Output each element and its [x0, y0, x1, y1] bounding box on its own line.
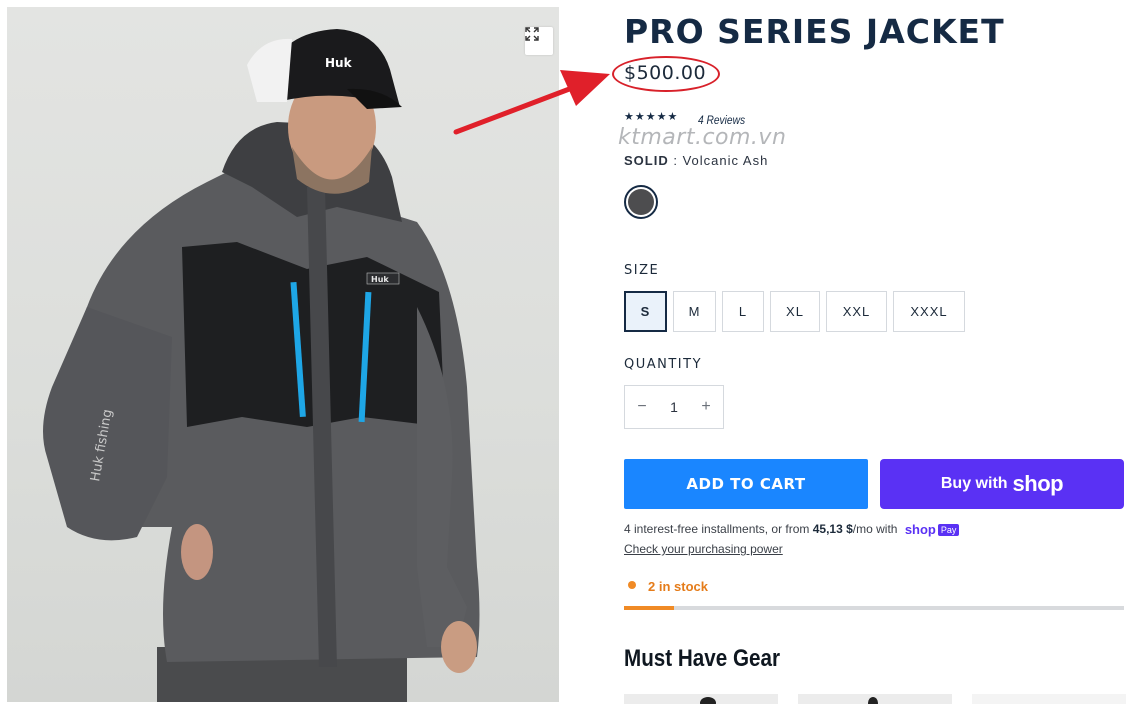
shop-pay-badge: Pay [937, 523, 960, 536]
star-icon: ★ [667, 111, 678, 123]
variant-line: SOLID : Volcanic Ash [624, 153, 768, 168]
installments-amount: 45,13 $ [812, 522, 853, 536]
price-highlight-circle [612, 56, 720, 92]
gear-product-thumb[interactable] [972, 694, 1126, 704]
variant-separator: : [668, 153, 683, 168]
star-rating[interactable]: ★ ★ ★ ★ ★ [624, 110, 677, 123]
size-option-l[interactable]: L [722, 291, 764, 332]
variant-label: SOLID [624, 153, 669, 168]
red-arrow-annotation [453, 70, 610, 135]
shop-pay-logo: shop Pay [905, 522, 960, 537]
buy-with-shop-button[interactable]: Buy with shop [880, 459, 1124, 509]
quantity-label: QUANTITY [624, 357, 703, 372]
installments-text: 4 interest-free installments, or from 45… [624, 522, 960, 537]
quantity-value[interactable]: 1 [670, 399, 678, 415]
product-title: PRO SERIES JACKET [624, 12, 1005, 51]
size-options: S M L XL XXL XXXL [624, 291, 965, 332]
star-icon: ★ [656, 111, 667, 123]
shop-logo: shop [1012, 471, 1064, 496]
stock-status-dot [628, 581, 636, 589]
watermark: ktmart.com.vn [618, 125, 787, 150]
installments-suffix: /mo with [852, 522, 898, 536]
gear-carousel [624, 694, 1126, 704]
check-purchasing-power-link[interactable]: Check your purchasing power [624, 542, 783, 556]
variant-value: Volcanic Ash [682, 153, 769, 168]
shop-pay-brand: shop [904, 522, 936, 538]
size-option-xxxl[interactable]: XXXL [893, 291, 965, 332]
buy-with-label: Buy with [940, 475, 1008, 492]
quantity-stepper: − 1 + [624, 385, 724, 429]
size-option-m[interactable]: M [673, 291, 716, 332]
stock-level-fill [624, 606, 674, 610]
star-icon: ★ [634, 111, 645, 123]
zoom-button[interactable] [525, 27, 553, 55]
expand-icon [525, 27, 539, 41]
svg-text:Huk: Huk [325, 56, 353, 70]
size-option-xxl[interactable]: XXL [826, 291, 887, 332]
star-icon: ★ [624, 111, 634, 123]
size-option-xl[interactable]: XL [770, 291, 820, 332]
gear-product-thumb[interactable] [624, 694, 778, 704]
decrease-quantity-button[interactable]: − [635, 398, 649, 416]
add-to-cart-button[interactable]: ADD TO CART [624, 459, 868, 509]
must-have-gear-heading: Must Have Gear [624, 645, 781, 672]
stock-status-text: 2 in stock [648, 579, 708, 594]
gear-product-thumb[interactable] [798, 694, 952, 704]
star-icon: ★ [645, 111, 656, 123]
stock-level-bar [624, 606, 1124, 610]
size-label: SIZE [624, 263, 660, 278]
color-swatch-volcanic-ash[interactable] [624, 185, 658, 219]
swatch-fill [628, 189, 654, 215]
size-option-s[interactable]: S [624, 291, 667, 332]
increase-quantity-button[interactable]: + [699, 398, 713, 416]
installments-prefix: 4 interest-free installments, or from [624, 522, 813, 536]
svg-text:Huk: Huk [371, 275, 389, 284]
